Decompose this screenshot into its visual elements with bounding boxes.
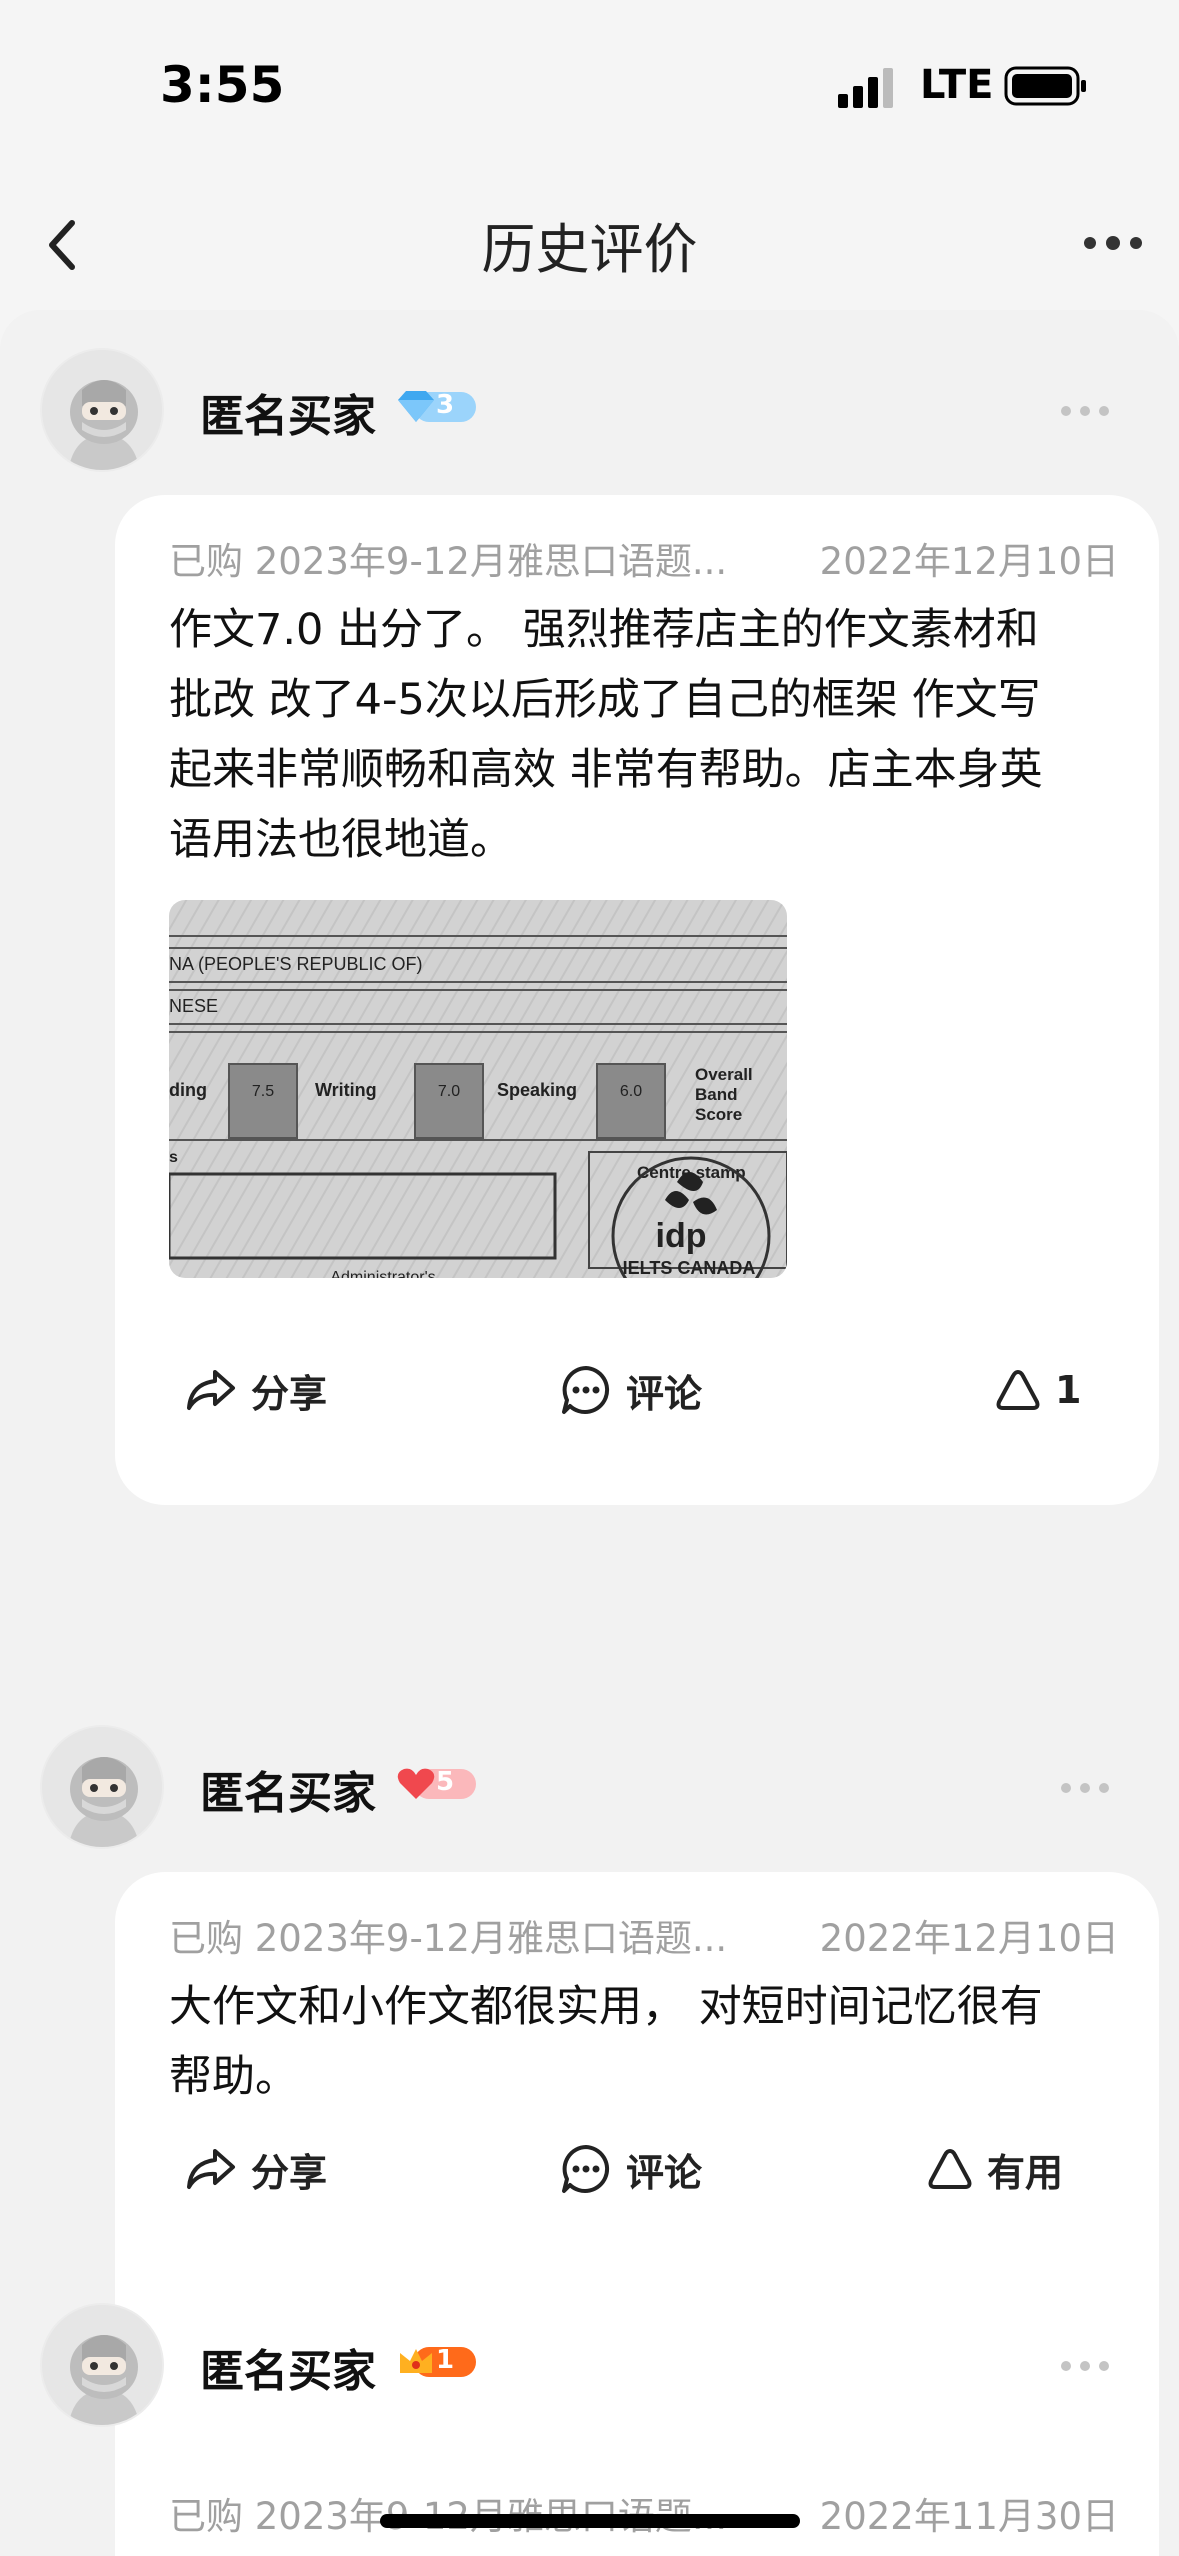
photo-text: Writing bbox=[315, 1080, 377, 1100]
review-card: 已购 2023年9-12月雅思口语题... 2022年11月30日 bbox=[115, 2450, 1159, 2556]
review-meta: 已购 2023年9-12月雅思口语题... 2022年11月30日 bbox=[169, 2486, 1119, 2538]
thumb-up-icon bbox=[996, 1370, 1040, 1410]
photo-text: s bbox=[169, 1149, 178, 1166]
purchased-item-link[interactable]: 已购 2023年9-12月雅思口语题... bbox=[169, 2486, 727, 2540]
battery-icon bbox=[1004, 66, 1086, 106]
like-count: 1 bbox=[1055, 1368, 1082, 1412]
review-text-line: 起来非常顺畅和高效 非常有帮助。店主本身英 bbox=[169, 745, 1043, 795]
share-button[interactable]: 分享 bbox=[185, 2134, 327, 2204]
review-date: 2022年12月10日 bbox=[819, 540, 1119, 583]
avatar[interactable] bbox=[40, 2303, 164, 2427]
purchased-item-link[interactable]: 已购 2023年9-12月雅思口语题... bbox=[169, 531, 727, 585]
comment-button[interactable]: 评论 bbox=[560, 1355, 702, 1425]
review-text-line: 作文7.0 出分了。 强烈推荐店主的作文素材和 bbox=[169, 605, 1039, 655]
review-text-line: 批改 改了4-5次以后形成了自己的框架 作文写 bbox=[169, 675, 1041, 725]
review-more-icon[interactable] bbox=[1060, 1781, 1110, 1795]
buyer-level-badge: 3 bbox=[396, 388, 478, 430]
review-header: 匿名买家 5 bbox=[0, 1725, 1179, 1855]
review-text-line: 语用法也很地道。 bbox=[169, 815, 513, 865]
review-text-line: 帮助。 bbox=[169, 2052, 298, 2102]
more-options-icon[interactable] bbox=[1082, 233, 1144, 253]
network-type: LTE bbox=[920, 62, 994, 108]
share-label: 分享 bbox=[251, 2150, 328, 2195]
comment-icon bbox=[562, 1366, 610, 1414]
review-date: 2022年12月10日 bbox=[819, 1917, 1119, 1960]
review-more-icon[interactable] bbox=[1060, 404, 1110, 418]
photo-text: Score bbox=[695, 1105, 742, 1124]
photo-text: idp bbox=[656, 1217, 707, 1255]
helpful-label: 有用 bbox=[987, 2150, 1064, 2195]
status-bar: 3:55 LTE bbox=[0, 0, 1179, 175]
photo-text: IELTS CANADA bbox=[623, 1258, 756, 1278]
share-icon bbox=[187, 2149, 235, 2189]
username: 匿名买家 bbox=[200, 391, 376, 442]
review-card: 已购 2023年9-12月雅思口语题... 2022年12月10日 作文7.0 … bbox=[115, 495, 1159, 1505]
photo-text: Administrator's bbox=[330, 1269, 435, 1278]
share-label: 分享 bbox=[251, 1371, 328, 1416]
review-list: 匿名买家 3 已购 2023年9-12月雅思口语题... 2022年12月10日… bbox=[0, 310, 1179, 2556]
photo-text: 7.0 bbox=[438, 1083, 460, 1100]
purchased-item-link[interactable]: 已购 2023年9-12月雅思口语题... bbox=[169, 1908, 727, 1962]
username: 匿名买家 bbox=[200, 1768, 376, 1819]
review-header: 匿名买家 3 bbox=[0, 348, 1179, 478]
review-meta: 已购 2023年9-12月雅思口语题... 2022年12月10日 bbox=[169, 1908, 1119, 1960]
helpful-button[interactable]: 有用 bbox=[927, 2134, 1063, 2204]
photo-text: NA (PEOPLE'S REPUBLIC OF) bbox=[169, 954, 423, 974]
review-text-line: 大作文和小作文都很实用， 对短时间记忆很有 bbox=[169, 1982, 1043, 2032]
comment-icon bbox=[562, 2145, 610, 2193]
review-photo[interactable]: NA (PEOPLE'S REPUBLIC OF) NESE ding 7.5 … bbox=[169, 900, 787, 1278]
photo-text: Overall bbox=[695, 1065, 753, 1084]
comment-label: 评论 bbox=[626, 1371, 703, 1416]
anonymous-avatar-icon bbox=[42, 2305, 162, 2425]
avatar[interactable] bbox=[40, 1725, 164, 1849]
photo-text: NESE bbox=[169, 996, 218, 1016]
photo-text: ding bbox=[169, 1080, 207, 1100]
review-actions: 分享 评论 有用 bbox=[115, 2134, 1159, 2204]
buyer-level-badge: 5 bbox=[396, 1765, 478, 1807]
anonymous-avatar-icon bbox=[42, 1727, 162, 1847]
review-date: 2022年11月30日 bbox=[819, 2495, 1119, 2538]
level-number: 5 bbox=[436, 1767, 455, 1797]
photo-text: 6.0 bbox=[620, 1083, 642, 1100]
cellular-signal-icon bbox=[838, 68, 893, 108]
avatar[interactable] bbox=[40, 348, 164, 472]
home-indicator[interactable] bbox=[380, 2514, 800, 2528]
review-text: 作文7.0 出分了。 强烈推荐店主的作文素材和 批改 改了4-5次以后形成了自己… bbox=[169, 595, 1119, 875]
share-button[interactable]: 分享 bbox=[185, 1355, 327, 1425]
thumb-up-icon bbox=[928, 2149, 972, 2189]
ielts-score-photo: NA (PEOPLE'S REPUBLIC OF) NESE ding 7.5 … bbox=[169, 900, 787, 1278]
photo-text: 7.5 bbox=[252, 1083, 274, 1100]
photo-text: Band bbox=[695, 1085, 738, 1104]
status-time: 3:55 bbox=[160, 56, 285, 114]
anonymous-avatar-icon bbox=[42, 350, 162, 470]
review-meta: 已购 2023年9-12月雅思口语题... 2022年12月10日 bbox=[169, 531, 1119, 583]
review-actions: 分享 评论 1 bbox=[115, 1355, 1159, 1425]
review-header: 匿名买家 1 bbox=[0, 2303, 1179, 2433]
navigation-bar: 历史评价 bbox=[0, 175, 1179, 310]
comment-button[interactable]: 评论 bbox=[560, 2134, 702, 2204]
username: 匿名买家 bbox=[200, 2346, 376, 2397]
level-number: 1 bbox=[436, 2345, 455, 2375]
review-text: 大作文和小作文都很实用， 对短时间记忆很有 帮助。 bbox=[169, 1972, 1119, 2112]
review-more-icon[interactable] bbox=[1060, 2359, 1110, 2373]
page-title: 历史评价 bbox=[481, 218, 698, 281]
level-number: 3 bbox=[436, 390, 455, 420]
buyer-level-badge: 1 bbox=[396, 2343, 478, 2385]
photo-text: Speaking bbox=[497, 1080, 577, 1100]
comment-label: 评论 bbox=[626, 2150, 703, 2195]
like-button[interactable]: 1 bbox=[995, 1355, 1081, 1425]
share-icon bbox=[187, 1370, 235, 1410]
